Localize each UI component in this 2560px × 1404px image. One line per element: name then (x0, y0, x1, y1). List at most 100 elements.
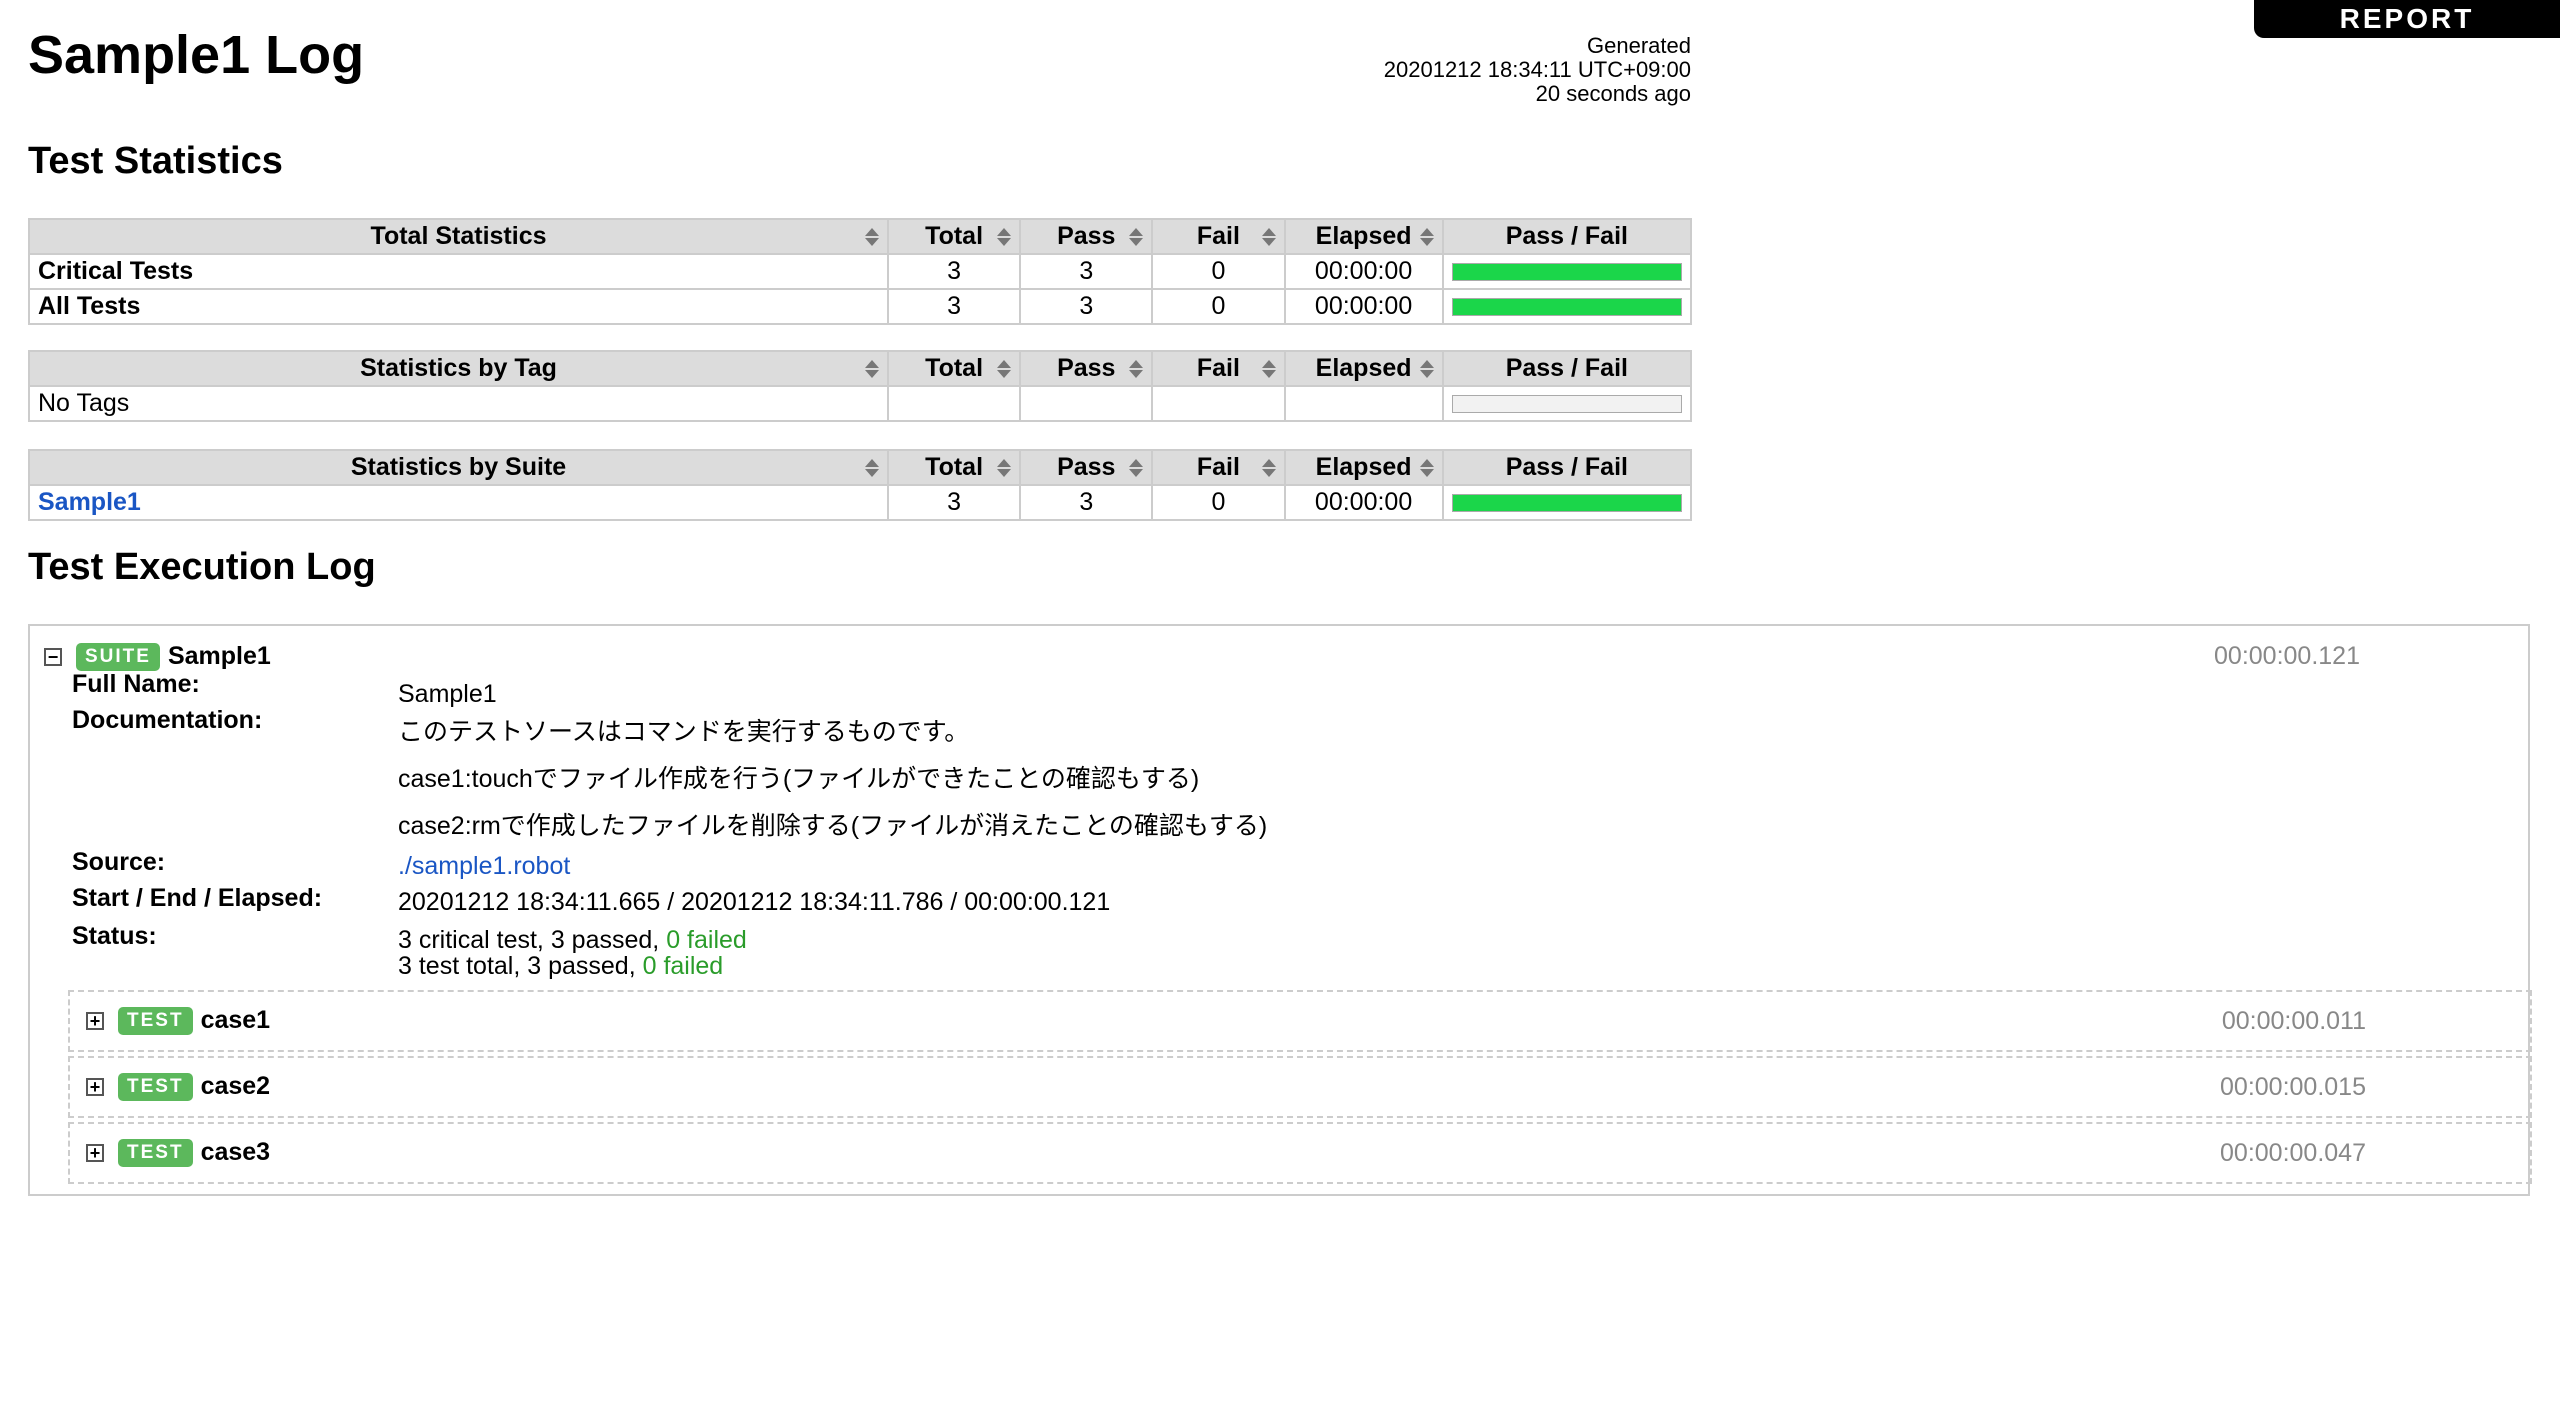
sort-header-elapsed[interactable]: Elapsed (1283, 218, 1444, 255)
sort-icon (1261, 358, 1276, 380)
test-elapsed: 00:00:00.011 (2221, 1007, 2366, 1035)
header-pass-fail: Pass / Fail (1441, 350, 1693, 387)
sort-header-fail[interactable]: Fail (1151, 350, 1286, 387)
generated-ago: 20 seconds ago (1535, 81, 1691, 106)
sort-header-total[interactable]: Total (887, 350, 1022, 387)
test-row-case3[interactable]: + TEST case3 00:00:00.047 (68, 1122, 2532, 1184)
test-elapsed: 00:00:00.015 (2220, 1073, 2366, 1101)
test-name: case2 (200, 1072, 271, 1100)
table-row: No Tags (27, 385, 1693, 422)
test-label: TEST (118, 1006, 193, 1035)
sort-header-elapsed[interactable]: Elapsed (1283, 350, 1444, 387)
pass-bar-fill (1452, 298, 1681, 315)
table-header-row: Statistics by Suite Total Pass Fail Elap… (27, 449, 1693, 486)
generated-datetime: 20201212 18:34:11 UTC+09:00 (1383, 57, 1691, 82)
full-name-key: Full Name: (72, 670, 200, 698)
test-elapsed: 00:00:00.047 (2220, 1139, 2366, 1167)
sort-header-total[interactable]: Total (887, 449, 1022, 486)
test-label: TEST (118, 1072, 193, 1101)
test-name: case1 (200, 1006, 271, 1034)
sort-icon (1419, 457, 1434, 479)
execution-log: − SUITE Sample1 00:00:00.121 Full Name: … (28, 624, 2532, 1196)
test-execution-log-title: Test Execution Log (28, 546, 376, 588)
test-row-case1[interactable]: + TEST case1 00:00:00.011 (68, 990, 2532, 1052)
total-statistics-table: Total Statistics Total Pass Fail Elapsed… (27, 218, 1693, 325)
suite-name: Sample1 (167, 642, 271, 670)
stat-pass (1019, 385, 1154, 422)
stat-name: No Tags (27, 385, 890, 422)
stat-elapsed (1283, 385, 1444, 422)
sort-icon (1261, 457, 1276, 479)
sort-icon (1129, 226, 1144, 248)
stat-pass: 3 (1019, 288, 1154, 325)
sort-icon (865, 226, 880, 248)
source-link[interactable]: ./sample1.robot (398, 852, 570, 881)
sort-icon (865, 457, 880, 479)
times-value: 20201212 18:34:11.665 / 20201212 18:34:1… (398, 888, 1111, 916)
stat-elapsed: 00:00:00 (1283, 288, 1444, 325)
sort-header-pass[interactable]: Pass (1019, 449, 1154, 486)
test-row-case2[interactable]: + TEST case2 00:00:00.015 (68, 1056, 2532, 1118)
table-header-row: Statistics by Tag Total Pass Fail Elapse… (27, 350, 1693, 387)
pass-bar-fill (1452, 494, 1681, 511)
sort-header-total[interactable]: Total (887, 218, 1022, 255)
documentation-line: case2:rmで作成したファイルを削除する(ファイルが消えたことの確認もする) (398, 812, 1268, 840)
sort-header-pass[interactable]: Pass (1019, 350, 1154, 387)
suite-label: SUITE (76, 642, 160, 671)
sort-icon (1261, 226, 1276, 248)
stat-elapsed: 00:00:00 (1283, 484, 1444, 521)
stat-fail (1151, 385, 1286, 422)
suite-link[interactable]: Sample1 (38, 488, 141, 516)
stat-pass: 3 (1019, 484, 1154, 521)
header-pass-fail: Pass / Fail (1441, 218, 1693, 255)
sort-header-fail[interactable]: Fail (1151, 449, 1286, 486)
sort-header-name[interactable]: Statistics by Tag (27, 350, 890, 387)
generated-info: Generated 20201212 18:34:11 UTC+09:00 20… (1384, 34, 1691, 106)
generated-label: Generated (1587, 33, 1691, 58)
suite-elapsed: 00:00:00.121 (2214, 642, 2360, 670)
pass-fail-bar (1451, 493, 1682, 512)
expand-toggle-icon[interactable]: + (86, 1077, 104, 1096)
pass-fail-bar (1451, 262, 1682, 281)
report-link[interactable]: REPORT (2254, 0, 2560, 38)
test-label: TEST (118, 1138, 193, 1167)
test-statistics-title: Test Statistics (28, 140, 283, 182)
sort-icon (1419, 358, 1434, 380)
log-page: REPORT Sample1 Log Generated 20201212 18… (0, 0, 2560, 1404)
tag-statistics-table: Statistics by Tag Total Pass Fail Elapse… (27, 350, 1693, 422)
sort-icon (1129, 358, 1144, 380)
sort-header-elapsed[interactable]: Elapsed (1283, 449, 1444, 486)
header-pass-fail: Pass / Fail (1441, 449, 1693, 486)
test-name: case3 (200, 1138, 271, 1166)
suite-header[interactable]: − SUITE Sample1 (44, 642, 271, 671)
stat-total (887, 385, 1022, 422)
expand-toggle-icon[interactable]: + (86, 1143, 104, 1162)
stat-graph (1441, 253, 1693, 290)
documentation-line: このテストソースはコマンドを実行するものです。 (398, 718, 970, 746)
sort-header-name[interactable]: Total Statistics (27, 218, 890, 255)
sort-icon (1129, 457, 1144, 479)
sort-header-pass[interactable]: Pass (1019, 218, 1154, 255)
status-total-failed: 0 failed (642, 952, 724, 980)
expand-toggle-icon[interactable]: + (86, 1011, 104, 1030)
pass-fail-bar (1451, 297, 1682, 316)
collapse-toggle-icon[interactable]: − (44, 647, 62, 666)
stat-elapsed: 00:00:00 (1283, 253, 1444, 290)
sort-icon (1419, 226, 1434, 248)
table-row: Sample1 3 3 0 00:00:00 (27, 484, 1693, 521)
stat-fail: 0 (1151, 484, 1286, 521)
stat-fail: 0 (1151, 288, 1286, 325)
pass-bar-fill (1452, 263, 1681, 280)
stat-graph (1441, 288, 1693, 325)
status-key: Status: (72, 922, 157, 950)
status-total: 3 test total, 3 passed, 0 failed (398, 952, 724, 980)
suite-statistics-table: Statistics by Suite Total Pass Fail Elap… (27, 449, 1693, 521)
sort-icon (997, 358, 1012, 380)
table-row: Critical Tests 3 3 0 00:00:00 (27, 253, 1693, 290)
sort-icon (997, 226, 1012, 248)
sort-header-fail[interactable]: Fail (1151, 218, 1286, 255)
source-key: Source: (72, 848, 166, 876)
sort-header-name[interactable]: Statistics by Suite (27, 449, 890, 486)
stat-name: All Tests (27, 288, 890, 325)
full-name-value: Sample1 (398, 680, 497, 708)
